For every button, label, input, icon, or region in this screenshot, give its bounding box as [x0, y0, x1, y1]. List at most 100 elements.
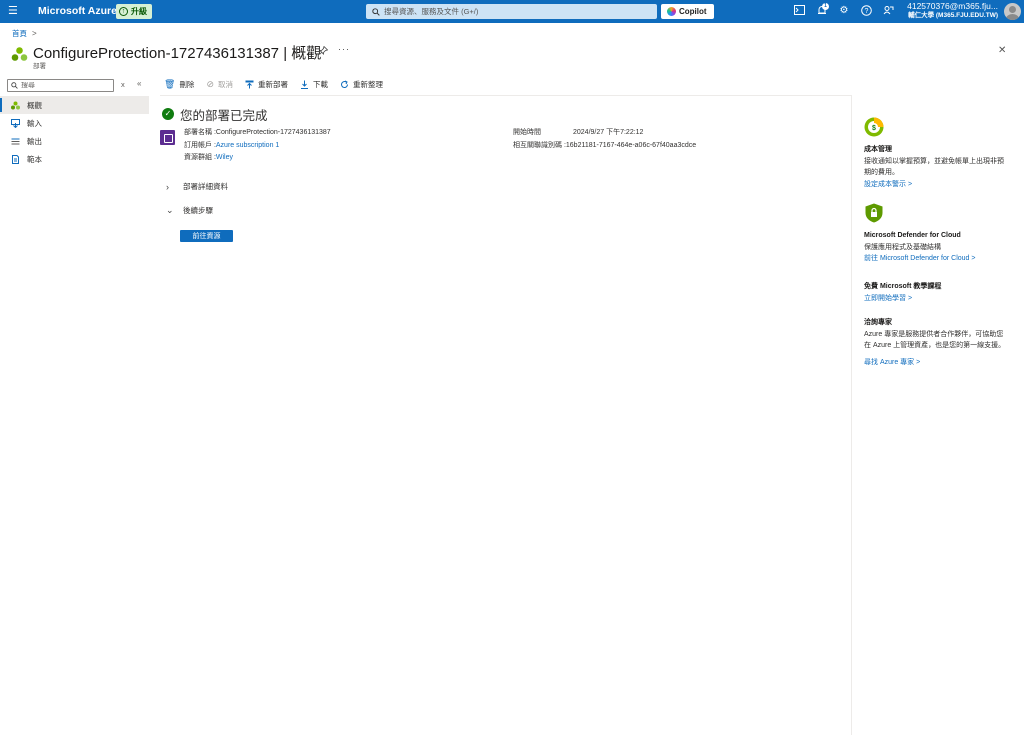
cancel-label: 取消 — [217, 80, 233, 89]
experts-body-line1: Azure 專家是服務提供者合作夥伴，可協助您 — [864, 330, 1004, 338]
refresh-icon — [340, 80, 348, 88]
chevron-right-icon: › — [166, 181, 169, 192]
training-title: 免費 Microsoft 教學課程 — [864, 283, 942, 290]
redeploy-button[interactable]: 重新部署 — [245, 79, 288, 90]
close-icon[interactable]: ✕ — [998, 45, 1006, 56]
nav-item-outputs[interactable]: 輸出 — [0, 132, 149, 150]
detail-key: 開始時間 — [513, 129, 541, 136]
detail-key: 相互關聯識別碼 : — [513, 141, 566, 149]
redeploy-icon — [245, 80, 254, 89]
breadcrumb-separator: > — [32, 29, 37, 38]
nav-search-clear-icon[interactable]: x — [121, 80, 125, 89]
next-steps-label: 後續步驟 — [183, 206, 213, 215]
training-link[interactable]: 立即開始學習 > — [864, 293, 1014, 305]
delete-label: 刪除 — [179, 80, 195, 89]
deployment-resource-icon — [11, 47, 28, 61]
brand-title[interactable]: Microsoft Azure — [38, 5, 117, 17]
goto-resource-button[interactable]: 前往資源 — [180, 230, 233, 242]
experts-link[interactable]: 尋找 Azure 專家 > — [864, 357, 1014, 369]
cost-body-line1: 接收通知以掌握預算，並避免帳單上出現非預 — [864, 157, 1004, 165]
nav-item-overview[interactable]: 概觀 — [0, 96, 149, 114]
nav-item-label: 範本 — [27, 154, 42, 164]
cloud-shell-icon[interactable] — [793, 5, 805, 17]
breadcrumb: 首頁 > — [12, 28, 37, 39]
cost-body-line2: 期的費用。 — [864, 169, 899, 176]
detail-row-start-time: 開始時間 2024/9/27 下午7:22:12 — [513, 127, 696, 140]
resource-group-link[interactable]: Wiley — [216, 152, 233, 165]
right-panel-divider — [851, 95, 852, 735]
nav-search-input[interactable] — [21, 82, 111, 89]
next-steps-expander[interactable]: ⌄ 後續步驟 — [166, 205, 213, 216]
defender-card: Microsoft Defender for Cloud 保護應用程式及基礎結構… — [864, 230, 1014, 265]
help-icon[interactable]: ? — [860, 5, 872, 17]
detail-value: 2024/9/27 下午7:22:12 — [573, 129, 644, 136]
defender-body: 保護應用程式及基礎結構 — [864, 243, 941, 251]
account-org: 輔仁大學 (M365.FJU.EDU.TW) — [908, 12, 998, 19]
deployment-details-label: 部署詳細資料 — [183, 182, 228, 191]
pin-icon[interactable] — [319, 45, 329, 57]
account-info[interactable]: 412570376@m365.fju... 輔仁大學 (M365.FJU.EDU… — [907, 2, 998, 20]
left-nav: 概觀 輸入 輸出 範本 — [0, 96, 149, 168]
deployment-details-expander[interactable]: › 部署詳細資料 — [166, 181, 228, 192]
deployment-details-left: 部署名稱 : ConfigureProtection-1727436131387… — [184, 127, 331, 165]
cost-alert-link[interactable]: 設定成本警示 > — [864, 179, 1014, 191]
detail-row-correlation-id: 相互關聯識別碼 : 16b21181-7167-464e-a06c-67f40a… — [513, 140, 696, 153]
deployment-status-title: 您的部署已完成 — [180, 109, 268, 123]
redeploy-label: 重新部署 — [257, 80, 288, 89]
defender-title: Microsoft Defender for Cloud — [864, 232, 961, 239]
trash-icon: 🗑︎ — [164, 79, 176, 89]
more-options-icon[interactable]: ··· — [338, 44, 350, 54]
detail-key: 訂用帳戶 : — [184, 141, 216, 149]
page-title: ConfigureProtection-1727436131387 | 概觀 — [33, 45, 322, 62]
menu-icon[interactable]: ☰ — [8, 5, 20, 17]
search-icon — [11, 82, 18, 89]
deployment-details-right: 開始時間 2024/9/27 下午7:22:12 相互關聯識別碼 : 16b21… — [513, 127, 696, 152]
detail-row-resource-group: 資源群組 : Wiley — [184, 152, 331, 165]
nav-search[interactable] — [7, 79, 114, 92]
breadcrumb-home-link[interactable]: 首頁 — [12, 28, 27, 39]
chevron-down-icon: ⌄ — [166, 205, 174, 215]
nav-collapse-icon[interactable]: « — [137, 79, 141, 88]
outputs-icon — [11, 138, 20, 144]
success-check-icon: ✓ — [162, 108, 174, 120]
defender-link[interactable]: 前往 Microsoft Defender for Cloud > — [864, 253, 1014, 265]
upgrade-button[interactable]: ↑ 升級 — [116, 4, 152, 19]
search-icon — [372, 7, 380, 16]
detail-row-deployment-name: 部署名稱 : ConfigureProtection-1727436131387 — [184, 127, 331, 140]
cancel-icon: ⊘ — [206, 79, 214, 89]
copilot-icon — [667, 7, 676, 16]
detail-key: 部署名稱 : — [184, 129, 216, 136]
download-button[interactable]: 下載 — [300, 79, 328, 90]
svg-text:?: ? — [864, 8, 868, 15]
avatar[interactable] — [1004, 3, 1021, 20]
copilot-label: Copilot — [679, 7, 707, 16]
copilot-button[interactable]: Copilot — [661, 4, 714, 19]
detail-key: 資源群組 : — [184, 154, 216, 161]
global-search-input[interactable] — [384, 7, 644, 16]
nav-item-template[interactable]: 範本 — [0, 150, 149, 168]
nav-item-label: 概觀 — [27, 100, 42, 110]
experts-title: 洽詢專家 — [864, 319, 892, 326]
refresh-button[interactable]: 重新整理 — [340, 79, 383, 90]
defender-shield-icon — [865, 203, 883, 223]
subscription-link[interactable]: Azure subscription 1 — [216, 140, 279, 153]
delete-button[interactable]: 🗑︎ 刪除 — [164, 79, 194, 90]
notification-badge: 1 — [822, 3, 829, 10]
cancel-button[interactable]: ⊘ 取消 — [206, 79, 233, 90]
settings-gear-icon[interactable]: ⚙ — [838, 5, 850, 17]
download-icon — [300, 80, 308, 89]
overview-icon — [11, 101, 20, 109]
refresh-label: 重新整理 — [352, 80, 383, 89]
global-search[interactable] — [366, 4, 657, 19]
command-bar: 🗑︎ 刪除 ⊘ 取消 重新部署 下載 重新整理 — [164, 79, 383, 90]
nav-item-inputs[interactable]: 輸入 — [0, 114, 149, 132]
detail-value: ConfigureProtection-1727436131387 — [215, 129, 331, 136]
upgrade-icon: ↑ — [119, 7, 128, 16]
toolbar-divider — [160, 95, 851, 96]
detail-row-subscription: 訂用帳戶 : Azure subscription 1 — [184, 140, 331, 153]
cost-management-card: 成本管理 接收通知以掌握預算，並避免帳單上出現非預 期的費用。 設定成本警示 > — [864, 144, 1014, 190]
upgrade-label: 升級 — [131, 7, 147, 16]
training-card: 免費 Microsoft 教學課程 立即開始學習 > — [864, 281, 1014, 304]
feedback-icon[interactable] — [882, 5, 894, 17]
nav-item-label: 輸出 — [27, 136, 42, 146]
